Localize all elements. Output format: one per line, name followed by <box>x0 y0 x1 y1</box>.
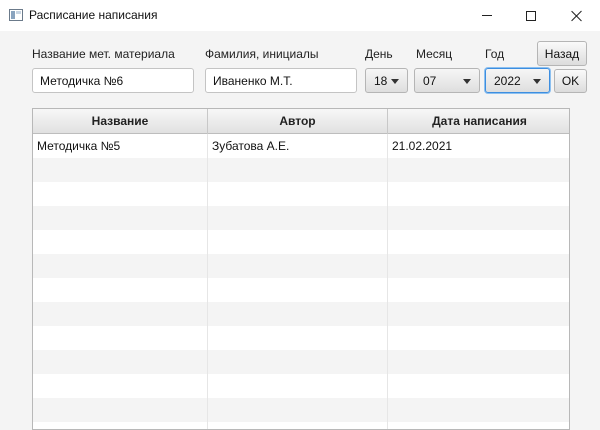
maximize-icon <box>526 10 536 21</box>
table-cell <box>208 374 388 398</box>
table-cell <box>33 206 208 230</box>
table-row-empty[interactable] <box>33 350 569 374</box>
table-cell <box>208 326 388 350</box>
minimize-button[interactable] <box>464 0 510 31</box>
table-cell <box>388 422 569 429</box>
table-cell <box>33 326 208 350</box>
table-cell <box>388 278 569 302</box>
table-cell <box>208 350 388 374</box>
table-cell <box>33 182 208 206</box>
table-cell <box>388 158 569 182</box>
material-label: Название мет. материала <box>32 47 175 61</box>
chevron-down-icon <box>533 79 541 84</box>
column-header-author[interactable]: Автор <box>208 109 388 134</box>
author-field[interactable] <box>205 68 357 93</box>
table-cell <box>388 230 569 254</box>
day-value: 18 <box>374 73 388 88</box>
table-row-empty[interactable] <box>33 254 569 278</box>
table-row-empty[interactable] <box>33 158 569 182</box>
table-cell <box>208 254 388 278</box>
title-bar: Расписание написания <box>0 0 600 31</box>
year-value: 2022 <box>494 73 521 88</box>
year-label: Год <box>485 47 505 61</box>
table-cell <box>388 398 569 422</box>
table-cell <box>388 326 569 350</box>
month-select[interactable]: 07 <box>414 68 480 93</box>
table-cell <box>33 230 208 254</box>
table-row-empty[interactable] <box>33 182 569 206</box>
table-cell <box>208 422 388 429</box>
month-label: Месяц <box>416 47 453 61</box>
table-cell <box>388 302 569 326</box>
table-cell <box>388 254 569 278</box>
table-row-empty[interactable] <box>33 398 569 422</box>
table-row-empty[interactable] <box>33 302 569 326</box>
table-row-empty[interactable] <box>33 230 569 254</box>
table-row-empty[interactable] <box>33 206 569 230</box>
table-cell <box>33 302 208 326</box>
table-cell <box>388 206 569 230</box>
table-cell <box>33 350 208 374</box>
chevron-down-icon <box>463 79 471 84</box>
table-row-empty[interactable] <box>33 278 569 302</box>
month-value: 07 <box>423 73 437 88</box>
year-select[interactable]: 2022 <box>485 68 550 93</box>
table-row-empty[interactable] <box>33 326 569 350</box>
table-cell <box>388 182 569 206</box>
table-cell <box>33 278 208 302</box>
day-label: День <box>365 47 393 61</box>
author-label: Фамилия, инициалы <box>205 47 319 61</box>
table-cell <box>208 398 388 422</box>
table-cell: 21.02.2021 <box>392 139 453 153</box>
window-title: Расписание написания <box>29 8 158 22</box>
day-select[interactable]: 18 <box>365 68 408 93</box>
ok-button[interactable]: OK <box>554 69 587 93</box>
back-button[interactable]: Назад <box>537 41 587 66</box>
table-cell <box>33 158 208 182</box>
table-cell <box>388 350 569 374</box>
table-row-empty[interactable] <box>33 422 569 429</box>
column-header-name[interactable]: Название <box>33 109 208 134</box>
close-button[interactable] <box>554 0 600 31</box>
table-cell <box>33 398 208 422</box>
table-cell <box>208 302 388 326</box>
app-window-icon <box>9 9 23 21</box>
table-row[interactable]: Методичка №5 Зубатова А.Е. 21.02.2021 <box>33 134 569 158</box>
table-cell <box>208 158 388 182</box>
table-row-empty[interactable] <box>33 374 569 398</box>
material-name-field[interactable] <box>32 68 194 93</box>
column-header-date[interactable]: Дата написания <box>388 109 569 134</box>
schedule-table[interactable]: Название Автор Дата написания Методичка … <box>32 108 570 430</box>
table-cell: Зубатова А.Е. <box>208 134 388 158</box>
table-cell <box>208 182 388 206</box>
table-cell <box>33 374 208 398</box>
chevron-down-icon <box>391 79 399 84</box>
table-cell: Методичка №5 <box>33 134 208 158</box>
table-cell <box>208 278 388 302</box>
table-cell <box>33 254 208 278</box>
table-cell <box>33 422 208 429</box>
table-cell <box>208 206 388 230</box>
maximize-button[interactable] <box>508 0 554 31</box>
table-header: Название Автор Дата написания <box>33 109 569 134</box>
close-icon <box>571 10 583 22</box>
table-cell <box>388 374 569 398</box>
table-cell <box>208 230 388 254</box>
minimize-icon <box>482 15 492 16</box>
